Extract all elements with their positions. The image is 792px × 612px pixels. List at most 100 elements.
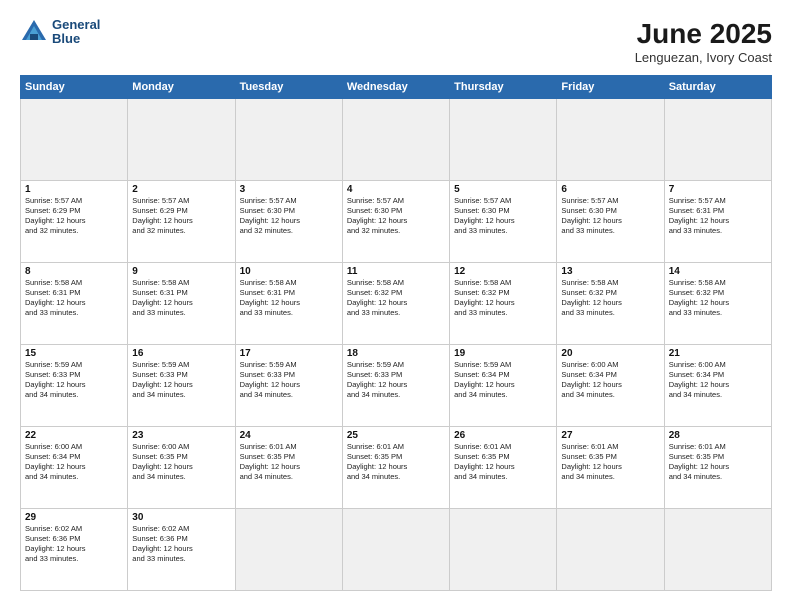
calendar-day-cell: 9Sunrise: 5:58 AM Sunset: 6:31 PM Daylig… (128, 263, 235, 345)
calendar-day-cell: 20Sunrise: 6:00 AM Sunset: 6:34 PM Dayli… (557, 345, 664, 427)
calendar-day-header: Friday (557, 76, 664, 99)
day-info: Sunrise: 5:57 AM Sunset: 6:30 PM Dayligh… (347, 196, 445, 237)
calendar-week-row: 22Sunrise: 6:00 AM Sunset: 6:34 PM Dayli… (21, 427, 772, 509)
day-info: Sunrise: 5:58 AM Sunset: 6:31 PM Dayligh… (132, 278, 230, 319)
calendar-week-row: 15Sunrise: 5:59 AM Sunset: 6:33 PM Dayli… (21, 345, 772, 427)
day-info: Sunrise: 5:57 AM Sunset: 6:29 PM Dayligh… (25, 196, 123, 237)
calendar-day-cell: 24Sunrise: 6:01 AM Sunset: 6:35 PM Dayli… (235, 427, 342, 509)
day-info: Sunrise: 6:01 AM Sunset: 6:35 PM Dayligh… (347, 442, 445, 483)
day-info: Sunrise: 6:01 AM Sunset: 6:35 PM Dayligh… (240, 442, 338, 483)
day-info: Sunrise: 5:59 AM Sunset: 6:34 PM Dayligh… (454, 360, 552, 401)
calendar-day-header: Saturday (664, 76, 771, 99)
day-info: Sunrise: 5:58 AM Sunset: 6:32 PM Dayligh… (347, 278, 445, 319)
calendar-day-header: Tuesday (235, 76, 342, 99)
day-info: Sunrise: 5:59 AM Sunset: 6:33 PM Dayligh… (132, 360, 230, 401)
calendar-day-cell (128, 99, 235, 181)
calendar-day-cell: 30Sunrise: 6:02 AM Sunset: 6:36 PM Dayli… (128, 509, 235, 591)
calendar-day-cell: 7Sunrise: 5:57 AM Sunset: 6:31 PM Daylig… (664, 181, 771, 263)
day-number: 5 (454, 184, 552, 195)
calendar-day-cell: 11Sunrise: 5:58 AM Sunset: 6:32 PM Dayli… (342, 263, 449, 345)
day-number: 21 (669, 348, 767, 359)
calendar-day-header: Monday (128, 76, 235, 99)
calendar-day-cell: 16Sunrise: 5:59 AM Sunset: 6:33 PM Dayli… (128, 345, 235, 427)
calendar-day-cell (342, 509, 449, 591)
page: General Blue June 2025 Lenguezan, Ivory … (0, 0, 792, 612)
calendar-day-cell: 4Sunrise: 5:57 AM Sunset: 6:30 PM Daylig… (342, 181, 449, 263)
day-number: 28 (669, 430, 767, 441)
calendar-week-row: 8Sunrise: 5:58 AM Sunset: 6:31 PM Daylig… (21, 263, 772, 345)
day-number: 4 (347, 184, 445, 195)
calendar-day-cell (235, 509, 342, 591)
calendar-day-cell (664, 509, 771, 591)
day-number: 14 (669, 266, 767, 277)
day-number: 12 (454, 266, 552, 277)
day-number: 6 (561, 184, 659, 195)
header: General Blue June 2025 Lenguezan, Ivory … (20, 18, 772, 65)
calendar-day-cell (342, 99, 449, 181)
day-info: Sunrise: 6:01 AM Sunset: 6:35 PM Dayligh… (669, 442, 767, 483)
calendar-day-cell (557, 99, 664, 181)
day-info: Sunrise: 5:57 AM Sunset: 6:30 PM Dayligh… (454, 196, 552, 237)
day-info: Sunrise: 5:58 AM Sunset: 6:32 PM Dayligh… (454, 278, 552, 319)
calendar-day-cell: 21Sunrise: 6:00 AM Sunset: 6:34 PM Dayli… (664, 345, 771, 427)
day-number: 26 (454, 430, 552, 441)
month-title: June 2025 (635, 18, 772, 50)
day-number: 27 (561, 430, 659, 441)
day-number: 11 (347, 266, 445, 277)
calendar-week-row (21, 99, 772, 181)
day-info: Sunrise: 6:01 AM Sunset: 6:35 PM Dayligh… (454, 442, 552, 483)
calendar-day-cell: 3Sunrise: 5:57 AM Sunset: 6:30 PM Daylig… (235, 181, 342, 263)
calendar-day-cell (664, 99, 771, 181)
day-number: 10 (240, 266, 338, 277)
calendar-day-cell: 23Sunrise: 6:00 AM Sunset: 6:35 PM Dayli… (128, 427, 235, 509)
calendar-day-header: Sunday (21, 76, 128, 99)
day-number: 3 (240, 184, 338, 195)
day-info: Sunrise: 5:57 AM Sunset: 6:30 PM Dayligh… (561, 196, 659, 237)
calendar-day-cell: 22Sunrise: 6:00 AM Sunset: 6:34 PM Dayli… (21, 427, 128, 509)
location-subtitle: Lenguezan, Ivory Coast (635, 50, 772, 65)
calendar-day-cell: 1Sunrise: 5:57 AM Sunset: 6:29 PM Daylig… (21, 181, 128, 263)
day-info: Sunrise: 6:00 AM Sunset: 6:35 PM Dayligh… (132, 442, 230, 483)
calendar-day-cell: 14Sunrise: 5:58 AM Sunset: 6:32 PM Dayli… (664, 263, 771, 345)
calendar-day-cell: 10Sunrise: 5:58 AM Sunset: 6:31 PM Dayli… (235, 263, 342, 345)
day-info: Sunrise: 5:58 AM Sunset: 6:31 PM Dayligh… (25, 278, 123, 319)
calendar-day-cell: 27Sunrise: 6:01 AM Sunset: 6:35 PM Dayli… (557, 427, 664, 509)
day-number: 2 (132, 184, 230, 195)
calendar-day-cell: 28Sunrise: 6:01 AM Sunset: 6:35 PM Dayli… (664, 427, 771, 509)
day-info: Sunrise: 6:02 AM Sunset: 6:36 PM Dayligh… (132, 524, 230, 565)
day-info: Sunrise: 5:57 AM Sunset: 6:29 PM Dayligh… (132, 196, 230, 237)
calendar-day-cell: 12Sunrise: 5:58 AM Sunset: 6:32 PM Dayli… (450, 263, 557, 345)
calendar-day-cell (235, 99, 342, 181)
calendar-day-cell: 18Sunrise: 5:59 AM Sunset: 6:33 PM Dayli… (342, 345, 449, 427)
day-info: Sunrise: 5:58 AM Sunset: 6:32 PM Dayligh… (669, 278, 767, 319)
calendar-week-row: 29Sunrise: 6:02 AM Sunset: 6:36 PM Dayli… (21, 509, 772, 591)
day-info: Sunrise: 5:59 AM Sunset: 6:33 PM Dayligh… (240, 360, 338, 401)
logo-icon (20, 18, 48, 46)
calendar-day-cell: 19Sunrise: 5:59 AM Sunset: 6:34 PM Dayli… (450, 345, 557, 427)
calendar-day-cell: 17Sunrise: 5:59 AM Sunset: 6:33 PM Dayli… (235, 345, 342, 427)
day-number: 17 (240, 348, 338, 359)
calendar-week-row: 1Sunrise: 5:57 AM Sunset: 6:29 PM Daylig… (21, 181, 772, 263)
day-info: Sunrise: 5:57 AM Sunset: 6:30 PM Dayligh… (240, 196, 338, 237)
calendar-day-cell: 2Sunrise: 5:57 AM Sunset: 6:29 PM Daylig… (128, 181, 235, 263)
calendar-day-cell: 15Sunrise: 5:59 AM Sunset: 6:33 PM Dayli… (21, 345, 128, 427)
day-number: 8 (25, 266, 123, 277)
calendar-day-cell (450, 99, 557, 181)
day-number: 16 (132, 348, 230, 359)
calendar-day-header: Wednesday (342, 76, 449, 99)
calendar-day-cell (21, 99, 128, 181)
calendar-day-cell (557, 509, 664, 591)
logo: General Blue (20, 18, 100, 47)
day-number: 23 (132, 430, 230, 441)
day-info: Sunrise: 6:00 AM Sunset: 6:34 PM Dayligh… (561, 360, 659, 401)
day-number: 15 (25, 348, 123, 359)
day-info: Sunrise: 5:59 AM Sunset: 6:33 PM Dayligh… (25, 360, 123, 401)
day-info: Sunrise: 6:00 AM Sunset: 6:34 PM Dayligh… (669, 360, 767, 401)
day-info: Sunrise: 5:58 AM Sunset: 6:31 PM Dayligh… (240, 278, 338, 319)
day-info: Sunrise: 6:01 AM Sunset: 6:35 PM Dayligh… (561, 442, 659, 483)
calendar-day-cell: 6Sunrise: 5:57 AM Sunset: 6:30 PM Daylig… (557, 181, 664, 263)
day-number: 30 (132, 512, 230, 523)
day-info: Sunrise: 5:57 AM Sunset: 6:31 PM Dayligh… (669, 196, 767, 237)
title-block: June 2025 Lenguezan, Ivory Coast (635, 18, 772, 65)
day-number: 24 (240, 430, 338, 441)
